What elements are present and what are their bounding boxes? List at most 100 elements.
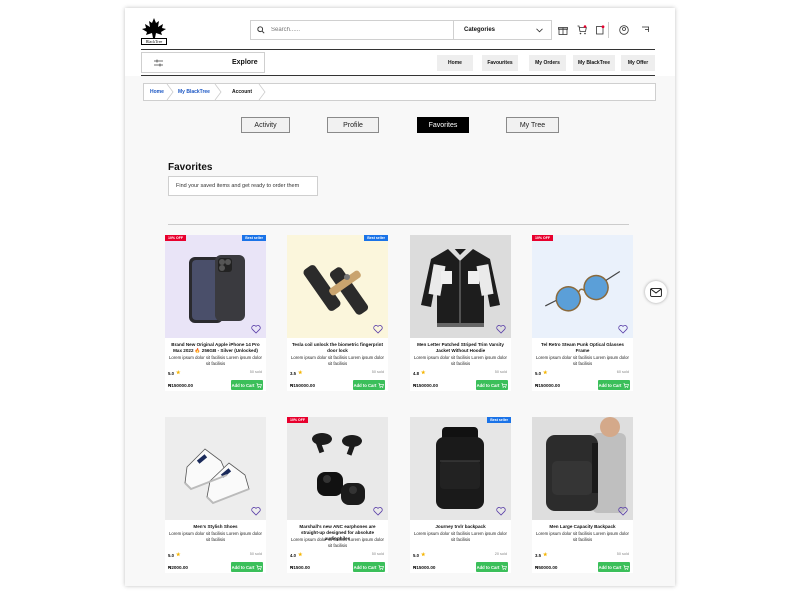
product-title[interactable]: Men Large Capacity Backpack <box>535 524 630 530</box>
heart-icon[interactable] <box>496 506 506 516</box>
heart-icon[interactable] <box>373 506 383 516</box>
product-description: Lorem ipsum dolor sit facilisis Lorem ip… <box>291 355 384 366</box>
add-to-cart-button[interactable]: Add to Cart <box>353 562 385 572</box>
add-to-cart-button[interactable]: Add to Cart <box>476 380 508 390</box>
cart-button[interactable] <box>576 24 588 36</box>
product-price: ₦2000.00 <box>168 565 188 570</box>
product-rating: 3.5 ★ <box>535 552 547 558</box>
main-content: Home My BlackTree Account Activity Profi… <box>125 76 675 586</box>
brand-logo[interactable]: BlackTree <box>141 18 167 46</box>
product-card[interactable]: Men's Stylish Shoes Lorem ipsum dolor sit… <box>165 417 266 573</box>
menu-button[interactable] <box>640 24 652 36</box>
cart-icon <box>501 564 508 570</box>
heart-icon[interactable] <box>496 324 506 334</box>
heart-icon[interactable] <box>373 324 383 334</box>
cart-icon <box>577 25 587 35</box>
top-bar: BlackTree Categories <box>125 8 675 50</box>
sold-count: 50 sold <box>494 370 507 374</box>
rating-value: 3.5 <box>290 370 296 376</box>
star-icon: ★ <box>175 370 181 376</box>
nav-bar: Explore Home Favourites My Orders My Bla… <box>141 52 655 74</box>
rating-value: 4.8 <box>413 370 419 376</box>
nav-my-offer[interactable]: My Offer <box>621 55 655 71</box>
breadcrumb-my-blacktree[interactable]: My BlackTree <box>178 84 210 100</box>
sold-count: 50 sold <box>371 370 384 374</box>
product-title[interactable]: Tel Retro Steam Punk Optical Glasses Fra… <box>535 342 630 354</box>
product-title[interactable]: Men Letter Patched Striped Trim Varsity … <box>413 342 508 354</box>
product-card[interactable]: 10% OFF Tel Retro Steam Punk Optical Glas… <box>532 235 633 391</box>
add-to-cart-label: Add to Cart <box>231 564 255 570</box>
heart-icon[interactable] <box>251 324 261 334</box>
bestseller-badge: Best seller <box>242 235 266 241</box>
add-to-cart-button[interactable]: Add to Cart <box>476 562 508 572</box>
product-image[interactable] <box>532 235 633 338</box>
tab-profile[interactable]: Profile <box>327 117 379 133</box>
sold-count: 50 sold <box>249 552 262 556</box>
add-to-cart-button[interactable]: Add to Cart <box>598 380 630 390</box>
product-description: Lorem ipsum dolor sit facilisis Lorem ip… <box>536 531 629 542</box>
tab-activity[interactable]: Activity <box>241 117 290 133</box>
message-button[interactable] <box>645 281 667 303</box>
star-icon: ★ <box>542 370 548 376</box>
add-to-cart-button[interactable]: Add to Cart <box>353 380 385 390</box>
explore-button[interactable]: Explore <box>141 52 265 73</box>
nav-my-orders[interactable]: My Orders <box>529 55 566 71</box>
product-description: Lorem ipsum dolor sit facilisis Lorem ip… <box>169 531 262 542</box>
product-card[interactable]: 10% OFF Best seller Brand New Original App… <box>165 235 266 391</box>
cart-icon <box>378 564 385 570</box>
notifications-button[interactable] <box>594 24 606 36</box>
product-title[interactable]: Journey trvlr backpack <box>413 524 508 530</box>
heart-icon[interactable] <box>618 324 628 334</box>
product-image[interactable] <box>410 417 511 520</box>
product-image[interactable] <box>410 235 511 338</box>
product-price: ₦150000.00 <box>413 383 439 388</box>
chevron-down-icon <box>536 28 543 32</box>
discount-badge: 10% OFF <box>165 235 186 241</box>
maple-leaf-icon <box>142 18 166 38</box>
star-icon: ★ <box>297 370 303 376</box>
product-title[interactable]: Brand New Original Apple iPhone 14 Pro M… <box>168 342 263 354</box>
categories-dropdown[interactable]: Categories <box>453 20 552 40</box>
product-card[interactable]: Best seller Journey trvlr backpack Lorem i… <box>410 417 511 573</box>
product-card[interactable]: Best seller Tesla coil unlock the biometr… <box>287 235 388 391</box>
nav-favourites[interactable]: Favourites <box>482 55 518 71</box>
sold-count: 50 sold <box>249 370 262 374</box>
rating-value: 4.0 <box>290 552 296 558</box>
product-price: ₦150000.00 <box>535 383 561 388</box>
heart-icon[interactable] <box>251 506 261 516</box>
bell-icon <box>596 25 605 35</box>
add-to-cart-button[interactable]: Add to Cart <box>598 562 630 572</box>
cart-icon <box>623 382 630 388</box>
product-image[interactable] <box>287 235 388 338</box>
product-image[interactable] <box>287 417 388 520</box>
gift-button[interactable] <box>557 24 569 36</box>
product-card[interactable]: Men Letter Patched Striped Trim Varsity … <box>410 235 511 391</box>
star-icon: ★ <box>297 552 303 558</box>
search-box[interactable] <box>250 20 453 40</box>
product-image[interactable] <box>165 417 266 520</box>
add-to-cart-button[interactable]: Add to Cart <box>231 562 263 572</box>
product-card[interactable]: Men Large Capacity Backpack Lorem ipsum d… <box>532 417 633 573</box>
add-to-cart-button[interactable]: Add to Cart <box>231 380 263 390</box>
product-image[interactable] <box>165 235 266 338</box>
heart-icon[interactable] <box>618 506 628 516</box>
tab-favorites[interactable]: Favorites <box>417 117 469 133</box>
sold-count: 60 sold <box>616 370 629 374</box>
account-button[interactable] <box>618 24 630 36</box>
breadcrumb-home[interactable]: Home <box>150 84 164 100</box>
search-input[interactable] <box>271 27 431 33</box>
nav-home[interactable]: Home <box>437 55 473 71</box>
product-card[interactable]: 10% OFF Marshall's new ANC earphones are … <box>287 417 388 573</box>
product-image[interactable] <box>532 417 633 520</box>
tab-my-tree[interactable]: My Tree <box>506 117 559 133</box>
product-price: ₦150000.00 <box>168 383 194 388</box>
product-title[interactable]: Tesla coil unlock the biometric fingerpr… <box>290 342 385 354</box>
chevron-right-icon <box>258 84 266 100</box>
add-to-cart-label: Add to Cart <box>353 564 377 570</box>
nav-my-blacktree[interactable]: My BlackTree <box>573 55 615 71</box>
mail-icon <box>650 287 662 297</box>
product-title[interactable]: Men's Stylish Shoes <box>168 524 263 530</box>
bestseller-badge: Best seller <box>364 235 388 241</box>
cart-icon <box>623 564 630 570</box>
star-icon: ★ <box>420 370 426 376</box>
